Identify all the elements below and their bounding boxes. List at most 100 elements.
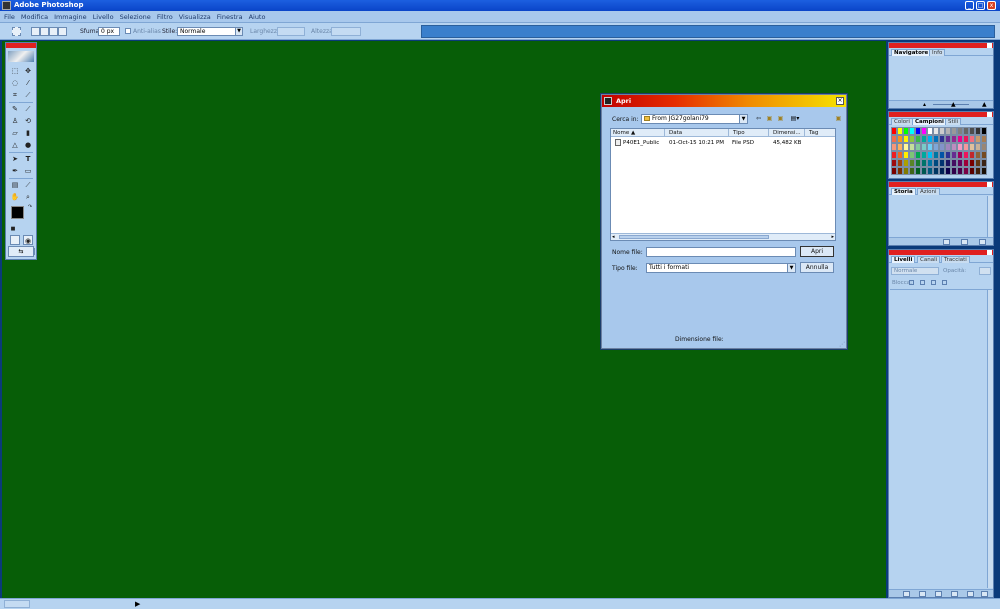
color-swatch[interactable] <box>981 167 987 175</box>
quick-mask-icon[interactable]: ◉ <box>23 235 33 245</box>
tab-stili[interactable]: Stili <box>945 118 962 125</box>
swap-colors-icon[interactable]: ↷ <box>27 204 33 210</box>
up-folder-icon[interactable]: ▣ <box>765 115 774 123</box>
marquee-preset-icon[interactable] <box>12 27 21 36</box>
dodge-icon[interactable]: ● <box>23 140 33 150</box>
zoom-icon[interactable]: ⌕ <box>23 192 33 202</box>
menu-file[interactable]: File <box>0 11 18 23</box>
height-input[interactable] <box>331 27 361 36</box>
blur-icon[interactable]: △ <box>10 140 20 150</box>
menu-modifica[interactable]: Modifica <box>18 11 51 23</box>
path-selection-icon[interactable]: ➤ <box>10 154 20 164</box>
filetype-select[interactable]: Tutti i formati ▼ <box>646 263 796 273</box>
zoom-field[interactable] <box>4 600 30 608</box>
new-document-from-state-icon[interactable] <box>943 239 950 245</box>
back-icon[interactable]: ⇦ <box>754 115 763 123</box>
open-button[interactable]: Apri <box>800 246 834 257</box>
column-header-size[interactable]: Dimensi... <box>771 129 805 137</box>
gradient-icon[interactable]: ▮ <box>23 128 33 138</box>
history-brush-icon[interactable]: ⟲ <box>23 116 33 126</box>
new-folder-icon[interactable]: ▣ <box>776 115 785 123</box>
tab-storia[interactable]: Storia <box>891 188 916 195</box>
new-selection-icon[interactable] <box>31 27 40 36</box>
add-selection-icon[interactable] <box>40 27 49 36</box>
tab-colori[interactable]: Colori <box>891 118 913 125</box>
column-header-name[interactable]: Nome ▲ <box>611 129 665 137</box>
lock-transparency-icon[interactable] <box>909 280 914 285</box>
status-menu-arrow-icon[interactable]: ▶ <box>135 599 140 609</box>
scroll-thumb[interactable] <box>619 235 769 239</box>
hand-icon[interactable]: ✋ <box>10 192 20 202</box>
subtract-selection-icon[interactable] <box>49 27 58 36</box>
menu-immagine[interactable]: Immagine <box>51 11 90 23</box>
tab-navigatore[interactable]: Navigatore <box>891 49 932 56</box>
feather-input[interactable]: 0 px <box>98 27 120 36</box>
imageready-icon[interactable]: ⇆ <box>8 246 34 257</box>
file-list-hscrollbar[interactable]: ◂ ▸ <box>611 233 835 240</box>
slice-icon[interactable]: ⟋ <box>23 90 33 100</box>
clone-stamp-icon[interactable]: ♙ <box>10 116 20 126</box>
magic-wand-icon[interactable]: ⁄ <box>23 78 33 88</box>
toolbox-header[interactable] <box>6 43 36 48</box>
column-header-date[interactable]: Data <box>667 129 729 137</box>
width-input[interactable] <box>277 27 305 36</box>
menu-selezione[interactable]: Selezione <box>117 11 154 23</box>
tab-livelli[interactable]: Livelli <box>891 256 916 263</box>
intersect-selection-icon[interactable] <box>58 27 67 36</box>
tab-canali[interactable]: Canali <box>917 256 941 263</box>
color-swatch[interactable] <box>981 143 987 151</box>
filename-input[interactable] <box>646 247 796 257</box>
lasso-icon[interactable]: ◌ <box>10 78 20 88</box>
antialias-checkbox[interactable] <box>125 28 131 34</box>
menu-aiuto[interactable]: Aiuto <box>246 11 269 23</box>
layers-scrollbar[interactable] <box>987 290 993 588</box>
zoom-slider-handle[interactable]: ▲ <box>951 102 958 108</box>
delete-state-icon[interactable] <box>979 239 986 245</box>
file-list[interactable]: Nome ▲ Data Tipo Dimensi... Tag P40E1_Pu… <box>610 128 836 241</box>
rectangle-shape-icon[interactable]: ▭ <box>23 166 33 176</box>
eraser-icon[interactable]: ▱ <box>10 128 20 138</box>
color-swatch[interactable] <box>981 135 987 143</box>
restore-icon[interactable]: □ <box>976 1 985 10</box>
eyedropper-icon[interactable]: ⟋ <box>23 180 33 190</box>
pen-icon[interactable]: ✒ <box>10 166 20 176</box>
style-select[interactable]: Normale ▼ <box>177 27 243 36</box>
adjustment-layer-icon[interactable] <box>951 591 958 597</box>
scroll-left-icon[interactable]: ◂ <box>612 234 615 240</box>
column-header-tag[interactable]: Tag <box>807 129 835 137</box>
lock-all-icon[interactable] <box>942 280 947 285</box>
minimize-icon[interactable]: _ <box>965 1 974 10</box>
menu-finestra[interactable]: Finestra <box>214 11 246 23</box>
dialog-close-icon[interactable]: × <box>836 97 844 105</box>
color-swatch[interactable] <box>981 127 987 135</box>
tab-tracciati[interactable]: Tracciati <box>941 256 970 263</box>
lock-image-icon[interactable] <box>920 280 925 285</box>
healing-brush-icon[interactable]: ✎ <box>10 104 20 114</box>
new-set-icon[interactable] <box>935 591 942 597</box>
tab-azioni[interactable]: Azioni <box>917 188 940 195</box>
zoom-in-icon[interactable]: ▲ <box>982 102 989 108</box>
foreground-color-swatch[interactable] <box>11 206 24 219</box>
lock-position-icon[interactable] <box>931 280 936 285</box>
view-menu-icon[interactable]: ▤▾ <box>788 115 802 123</box>
favorite-folder-icon[interactable]: ▣ <box>834 115 843 123</box>
notes-icon[interactable]: ▤ <box>10 180 20 190</box>
layer-style-icon[interactable] <box>903 591 910 597</box>
layer-mask-icon[interactable] <box>919 591 926 597</box>
tab-campioni[interactable]: Campioni <box>912 118 947 125</box>
resize-grip-icon[interactable]: ⋰ <box>839 341 845 348</box>
standard-mode-icon[interactable] <box>10 235 20 245</box>
new-snapshot-icon[interactable] <box>961 239 968 245</box>
cancel-button[interactable]: Annulla <box>800 262 834 273</box>
crop-icon[interactable]: ⌗ <box>10 90 20 100</box>
history-scrollbar[interactable] <box>987 196 993 238</box>
brush-icon[interactable]: ⟋ <box>23 104 33 114</box>
delete-layer-icon[interactable] <box>981 591 988 597</box>
column-header-type[interactable]: Tipo <box>731 129 769 137</box>
dialog-title-bar[interactable]: Apri <box>602 95 846 107</box>
photoshop-logo[interactable] <box>8 51 34 62</box>
blend-mode-select[interactable]: Normale <box>891 267 939 275</box>
color-swatch[interactable] <box>981 159 987 167</box>
type-icon[interactable]: T <box>23 154 33 164</box>
opacity-input[interactable] <box>979 267 991 275</box>
